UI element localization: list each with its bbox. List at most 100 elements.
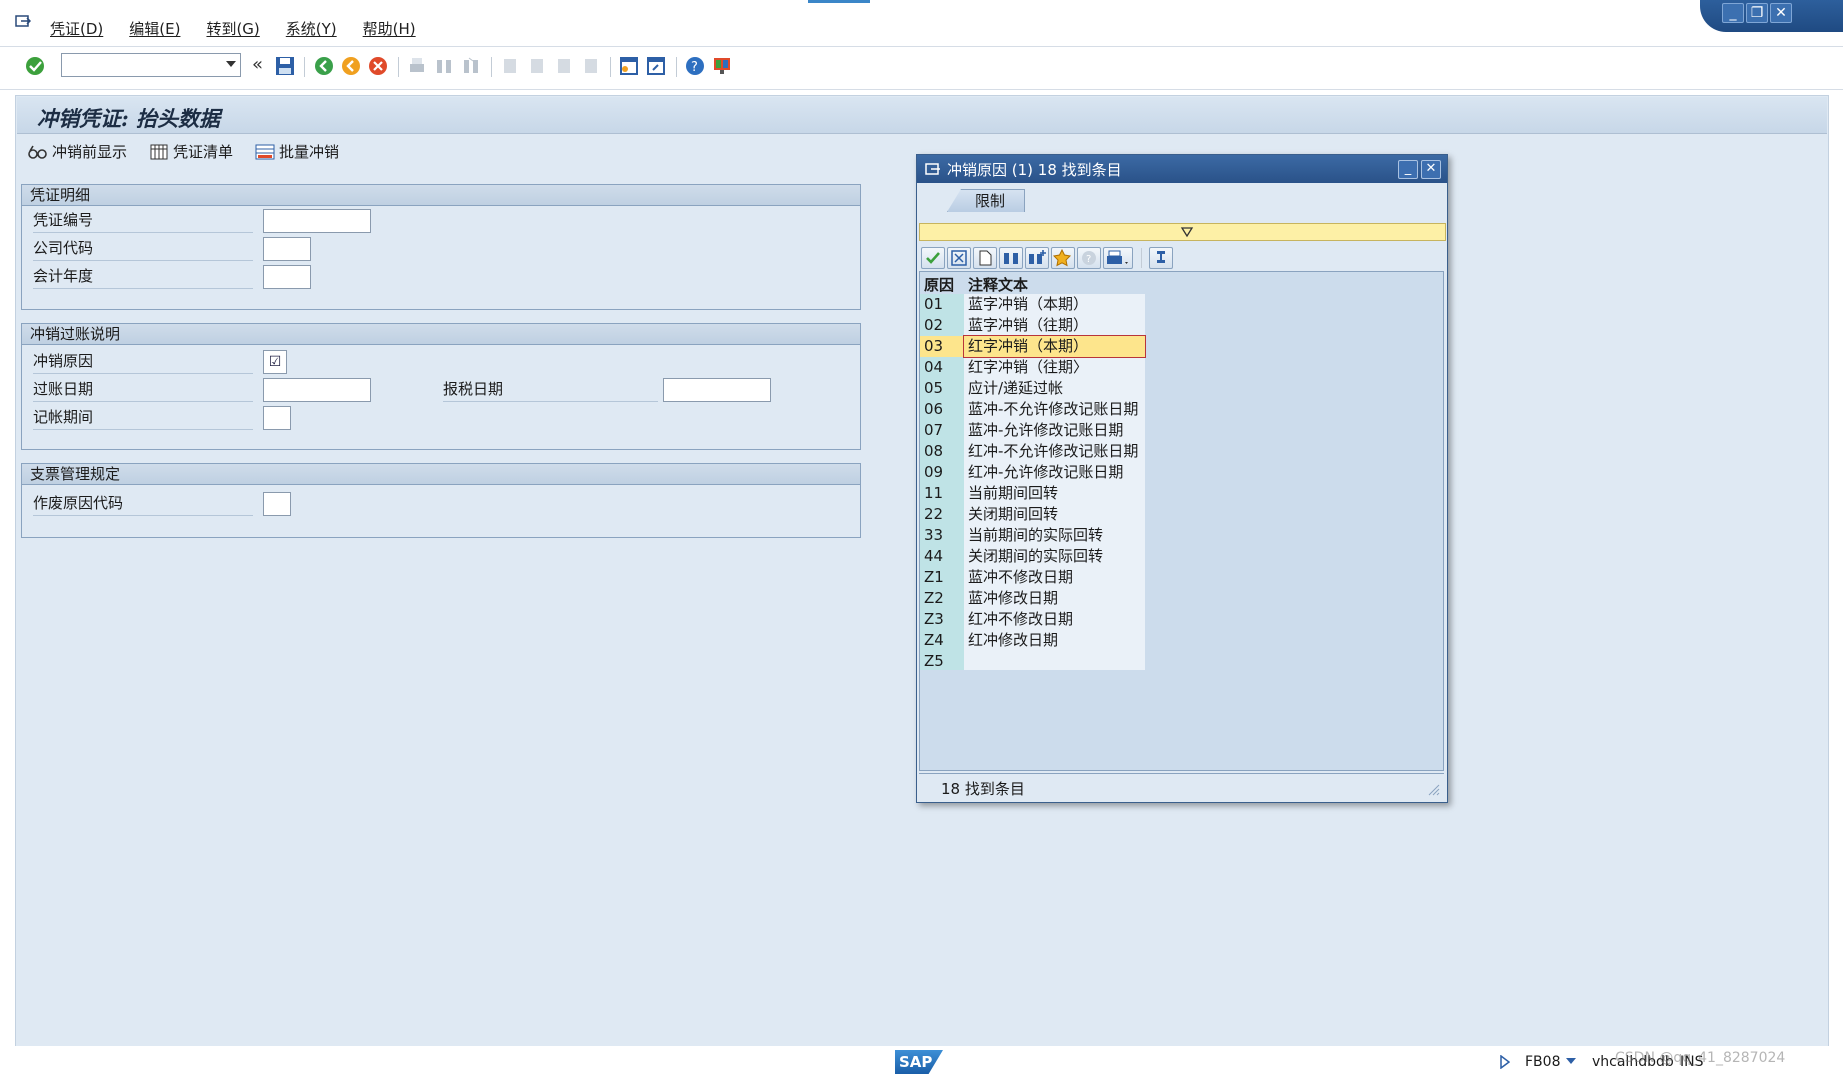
list-item[interactable]: 08 红冲-不允许修改记账日期: [920, 441, 1145, 462]
exit-icon[interactable]: [340, 55, 362, 77]
list-item[interactable]: Z2 蓝冲修改日期: [920, 588, 1145, 609]
confirm-icon[interactable]: [921, 247, 945, 269]
menu-help[interactable]: 帮助(H): [363, 18, 416, 39]
system-menu-icon[interactable]: [15, 14, 31, 28]
back-icon[interactable]: [313, 55, 335, 77]
list-item[interactable]: 03 红字冲销（本期）: [920, 335, 1146, 358]
expand-icon[interactable]: [1180, 225, 1194, 239]
next-page-icon[interactable]: [553, 55, 575, 77]
document-number-input[interactable]: [263, 209, 371, 233]
reason-code: 07: [924, 421, 944, 439]
toolbar-separator: [1141, 248, 1142, 268]
display-before-reversal-label: 冲销前显示: [52, 143, 128, 161]
list-item[interactable]: 07 蓝冲-允许修改记账日期: [920, 420, 1145, 441]
restrictions-collapse-bar[interactable]: [919, 223, 1446, 241]
reversal-reason-search-help[interactable]: ☑: [263, 350, 287, 374]
popup-title-bar[interactable]: 冲销原因 (1) 18 找到条目 _ ✕: [917, 155, 1447, 183]
tax-reporting-date-input[interactable]: [663, 378, 771, 402]
play-icon[interactable]: [1500, 1055, 1510, 1069]
transaction-code[interactable]: FB08: [1525, 1054, 1560, 1070]
print-icon[interactable]: [406, 55, 428, 77]
list-item[interactable]: 33 当前期间的实际回转: [920, 525, 1145, 546]
reason-code: Z3: [924, 610, 944, 628]
menu-edit[interactable]: 编辑(E): [129, 18, 180, 39]
fiscal-year-label: 会计年度: [33, 265, 253, 289]
shortcut-icon[interactable]: [645, 55, 667, 77]
cancel-selection-icon[interactable]: [947, 247, 971, 269]
list-item[interactable]: 04 红字冲销（往期〉: [920, 357, 1145, 378]
list-item[interactable]: 06 蓝冲-不允许修改记账日期: [920, 399, 1145, 420]
popup-tab-strip: 限制: [917, 183, 1447, 212]
list-item[interactable]: 02 蓝字冲销（往期）: [920, 315, 1145, 336]
new-session-icon[interactable]: [618, 55, 640, 77]
popup-close-button[interactable]: ✕: [1421, 160, 1441, 179]
add-to-favorites-icon[interactable]: [1051, 247, 1075, 269]
reason-text: 蓝冲修改日期: [968, 589, 1059, 607]
chevron-down-icon[interactable]: [226, 61, 236, 67]
list-item[interactable]: 01 蓝字冲销（本期）: [920, 294, 1145, 315]
reason-code: Z1: [924, 568, 944, 586]
display-before-reversal-button[interactable]: 冲销前显示: [28, 141, 127, 162]
list-item[interactable]: 44 关闭期间的实际回转: [920, 546, 1145, 567]
posting-date-input[interactable]: [263, 378, 371, 402]
mass-reversal-label: 批量冲销: [279, 143, 340, 161]
tab-restrictions[interactable]: 限制: [947, 189, 1025, 212]
cancel-icon[interactable]: [367, 55, 389, 77]
menu-document[interactable]: 凭证(D): [50, 18, 103, 39]
find-icon[interactable]: [433, 55, 455, 77]
list-item[interactable]: 09 红冲-允许修改记账日期: [920, 462, 1145, 483]
help-icon[interactable]: ?: [684, 55, 706, 77]
posting-date-label: 过账日期: [33, 378, 253, 402]
list-item[interactable]: Z1 蓝冲不修改日期: [920, 567, 1145, 588]
reason-text: 当前期间的实际回转: [968, 526, 1104, 544]
find-next-icon[interactable]: [460, 55, 482, 77]
save-icon[interactable]: [274, 55, 296, 77]
posting-period-label: 记帐期间: [33, 406, 253, 430]
list-item[interactable]: Z5: [920, 651, 1145, 672]
customize-layout-icon[interactable]: [711, 55, 733, 77]
new-entry-icon[interactable]: [973, 247, 997, 269]
collapse-icon[interactable]: «: [252, 54, 263, 75]
company-code-input[interactable]: [263, 237, 311, 261]
information-icon[interactable]: ?: [1077, 247, 1101, 269]
reason-code: 09: [924, 463, 944, 481]
column-header-reason[interactable]: 原因: [924, 274, 954, 295]
menu-system[interactable]: 系统(Y): [286, 18, 337, 39]
list-item[interactable]: 05 应计/递延过帐: [920, 378, 1145, 399]
document-list-button[interactable]: 凭证清单: [149, 141, 233, 162]
posting-period-input[interactable]: [263, 406, 291, 430]
menu-goto[interactable]: 转到(G): [206, 18, 259, 39]
list-item[interactable]: Z3 红冲不修改日期: [920, 609, 1145, 630]
list-item[interactable]: 22 关闭期间回转: [920, 504, 1145, 525]
enter-icon[interactable]: [24, 55, 46, 77]
resize-grip-icon[interactable]: [1426, 782, 1440, 796]
last-page-icon[interactable]: [580, 55, 602, 77]
popup-minimize-button[interactable]: _: [1398, 160, 1418, 179]
title-accent: [808, 0, 870, 3]
mass-reversal-button[interactable]: 批量冲销: [255, 141, 339, 162]
restore-window-button[interactable]: ❐: [1746, 3, 1768, 23]
window-controls: _ ❐ ✕: [1700, 0, 1843, 32]
reason-code: 22: [924, 505, 944, 523]
list-item[interactable]: 11 当前期间回转: [920, 483, 1145, 504]
prev-page-icon[interactable]: [526, 55, 548, 77]
first-page-icon[interactable]: [499, 55, 521, 77]
reversal-reason-popup: 冲销原因 (1) 18 找到条目 _ ✕ 限制 ? 原因 注释文本 01 蓝字冲销…: [916, 154, 1448, 803]
popup-menu-icon[interactable]: [925, 162, 941, 176]
list-item[interactable]: Z4 红冲修改日期: [920, 630, 1145, 651]
print-menu-icon[interactable]: [1103, 247, 1133, 269]
find-next-icon[interactable]: [1025, 247, 1049, 269]
fiscal-year-input[interactable]: [263, 265, 311, 289]
toolbar-separator: [610, 57, 611, 77]
reason-text: 红冲不修改日期: [968, 610, 1074, 628]
reason-code: Z4: [924, 631, 944, 649]
close-window-button[interactable]: ✕: [1770, 3, 1792, 23]
find-icon[interactable]: [999, 247, 1023, 269]
sap-logo: SAP: [895, 1050, 943, 1074]
column-header-text[interactable]: 注释文本: [968, 274, 1028, 295]
chevron-down-icon[interactable]: [1566, 1058, 1576, 1064]
void-reason-code-input[interactable]: [263, 492, 291, 516]
technical-info-icon[interactable]: [1149, 247, 1173, 269]
command-field[interactable]: [61, 53, 241, 77]
minimize-window-button[interactable]: _: [1722, 3, 1744, 23]
